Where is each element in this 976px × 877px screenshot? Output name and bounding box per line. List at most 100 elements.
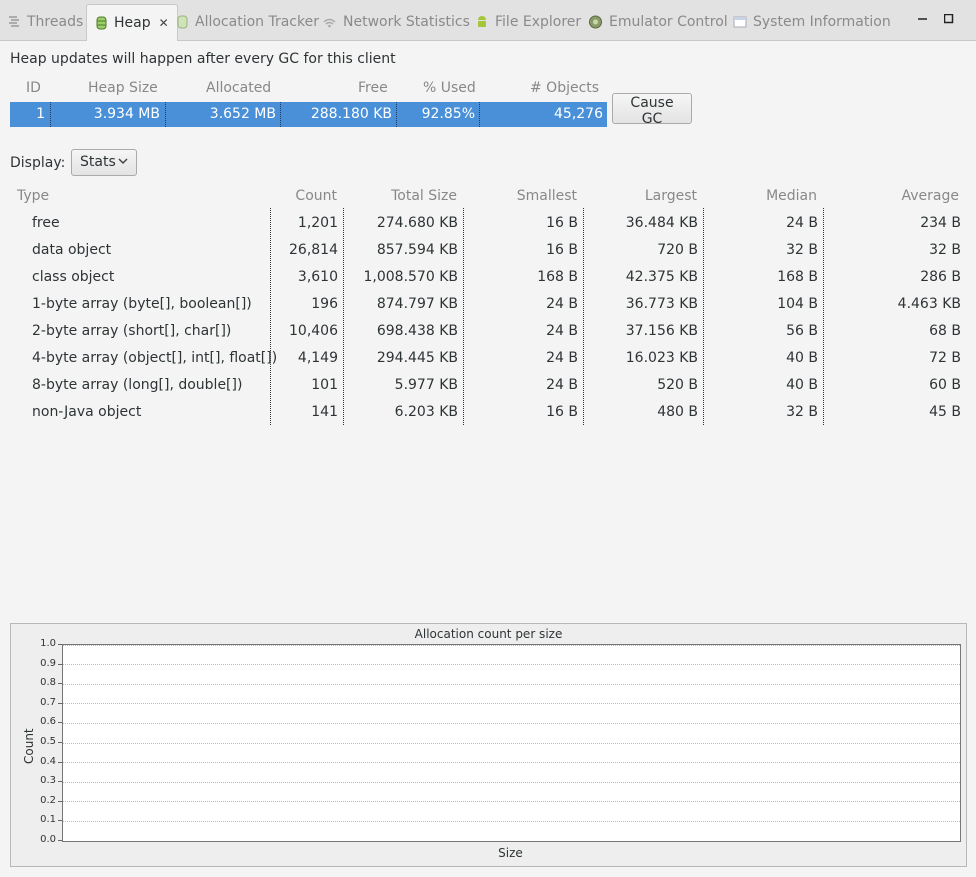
chart-gridline xyxy=(63,644,960,646)
cell-heap-size: 3.934 MB xyxy=(93,106,160,122)
tab-heap[interactable]: Heap ✕ xyxy=(86,4,178,41)
table-row[interactable]: data object 26,814 857.594 KB 16 B 720 B… xyxy=(10,237,966,264)
table-row[interactable]: 4-byte array (object[], int[], float[]) … xyxy=(10,345,966,372)
col-header-smallest: Smallest xyxy=(516,188,577,204)
chart-ytick-label: 0.7 xyxy=(40,696,56,708)
table-row[interactable]: 2-byte array (short[], char[]) 10,406 69… xyxy=(10,318,966,345)
tab-file-explorer[interactable]: File Explorer xyxy=(475,5,581,39)
cell-allocated: 3.652 MB xyxy=(209,106,276,122)
network-icon xyxy=(322,14,337,30)
cell-median: 32 B xyxy=(786,242,818,258)
col-header-count: Count xyxy=(295,188,337,204)
cause-gc-button[interactable]: Cause GC xyxy=(612,93,692,127)
cell-total-size: 698.438 KB xyxy=(376,323,458,339)
minimize-icon[interactable] xyxy=(918,12,928,22)
maximize-icon[interactable] xyxy=(943,12,954,24)
cell-smallest: 16 B xyxy=(546,242,578,258)
chart-gridline xyxy=(63,703,960,705)
cell-smallest: 24 B xyxy=(546,323,578,339)
cell-total-size: 274.680 KB xyxy=(376,215,458,231)
chart-ytick-mark xyxy=(58,800,62,802)
cell-median: 40 B xyxy=(786,350,818,366)
cell-type: data object xyxy=(32,242,112,258)
chart-gridline xyxy=(63,664,960,666)
cell-count: 196 xyxy=(311,296,338,312)
tab-label: Threads xyxy=(27,14,84,30)
tab-allocation-tracker[interactable]: Allocation Tracker xyxy=(176,5,319,39)
cell-count: 10,406 xyxy=(289,323,338,339)
tab-label: Network Statistics xyxy=(343,14,470,30)
chart-ytick-mark xyxy=(58,742,62,743)
chart-plot-area xyxy=(62,644,961,842)
cell-free: 288.180 KB xyxy=(310,106,392,122)
cell-average: 4.463 KB xyxy=(897,296,961,312)
info-text: Heap updates will happen after every GC … xyxy=(10,51,396,67)
col-header-type: Type xyxy=(17,188,50,204)
chart-gridline xyxy=(63,722,960,724)
tab-emulator-control[interactable]: Emulator Control xyxy=(588,5,728,39)
tab-system-information[interactable]: System Information xyxy=(733,5,891,39)
col-header-used: % Used xyxy=(423,80,476,96)
cell-smallest: 24 B xyxy=(546,296,578,312)
table-row[interactable]: non-Java object 141 6.203 KB 16 B 480 B … xyxy=(10,399,966,426)
cell-type: 1-byte array (byte[], boolean[]) xyxy=(32,296,252,312)
chart-ytick-mark xyxy=(58,644,62,645)
close-icon[interactable]: ✕ xyxy=(159,16,169,30)
col-header-heap-size: Heap Size xyxy=(88,80,158,96)
chart-ytick-mark xyxy=(58,840,62,841)
chart-ytick-label: 0.2 xyxy=(40,794,56,806)
window-icon xyxy=(733,14,747,30)
cell-smallest: 168 B xyxy=(537,269,578,285)
tab-network-statistics[interactable]: Network Statistics xyxy=(322,5,470,39)
chart-ytick-mark xyxy=(58,722,62,724)
col-header-median: Median xyxy=(766,188,817,204)
tab-label: Allocation Tracker xyxy=(195,14,319,30)
cell-average: 234 B xyxy=(920,215,961,231)
heap-summary-row[interactable]: 1 3.934 MB 3.652 MB 288.180 KB 92.85% 45… xyxy=(10,102,607,127)
cell-smallest: 24 B xyxy=(546,377,578,393)
cell-median: 168 B xyxy=(777,269,818,285)
col-header-total-size: Total Size xyxy=(391,188,457,204)
chart-gridline xyxy=(63,742,960,744)
cell-average: 60 B xyxy=(929,377,961,393)
tab-label: System Information xyxy=(753,14,891,30)
cell-median: 24 B xyxy=(786,215,818,231)
chart-ytick-label: 0.4 xyxy=(40,755,56,767)
chart-ytick-label: 0.5 xyxy=(40,736,56,747)
tab-threads[interactable]: Threads xyxy=(8,5,83,39)
cell-average: 286 B xyxy=(920,269,961,285)
cell-type: non-Java object xyxy=(32,404,142,420)
col-header-free: Free xyxy=(358,80,388,96)
chart-ytick-label: 1.0 xyxy=(40,638,56,649)
heap-icon xyxy=(95,15,108,31)
cell-count: 3,610 xyxy=(297,269,338,285)
table-row[interactable]: class object 3,610 1,008.570 KB 168 B 42… xyxy=(10,264,966,291)
table-row[interactable]: 1-byte array (byte[], boolean[]) 196 874… xyxy=(10,291,966,318)
chart-gridline xyxy=(63,781,960,783)
chart-ytick-label: 0.8 xyxy=(40,677,56,689)
cell-count: 101 xyxy=(311,377,338,393)
display-dropdown[interactable]: Stats xyxy=(71,149,137,176)
cell-count: 141 xyxy=(311,404,338,420)
cell-smallest: 16 B xyxy=(546,404,578,420)
chart-gridline xyxy=(63,820,960,822)
table-row[interactable]: 8-byte array (long[], double[]) 101 5.97… xyxy=(10,372,966,399)
col-header-allocated: Allocated xyxy=(206,80,272,96)
chart-ytick-mark xyxy=(58,702,62,704)
table-row[interactable]: free 1,201 274.680 KB 16 B 36.484 KB 24 … xyxy=(10,210,966,237)
chart-ytick-label: 0.0 xyxy=(40,834,56,845)
chart-ytick-label: 0.9 xyxy=(40,657,56,669)
chart-gridline xyxy=(63,683,960,685)
cell-total-size: 874.797 KB xyxy=(376,296,458,312)
cell-largest: 36.773 KB xyxy=(625,296,698,312)
chevron-down-icon xyxy=(118,155,128,171)
cell-type: 2-byte array (short[], char[]) xyxy=(32,323,232,339)
cell-largest: 16.023 KB xyxy=(625,350,698,366)
chart-ytick-mark xyxy=(58,781,62,783)
chart-ytick-mark xyxy=(58,663,62,665)
chart-ytick-label: 0.3 xyxy=(40,775,56,787)
cell-type: free xyxy=(32,215,60,231)
cell-total-size: 5.977 KB xyxy=(394,377,458,393)
chart-gridline xyxy=(63,801,960,803)
cell-largest: 520 B xyxy=(657,377,698,393)
